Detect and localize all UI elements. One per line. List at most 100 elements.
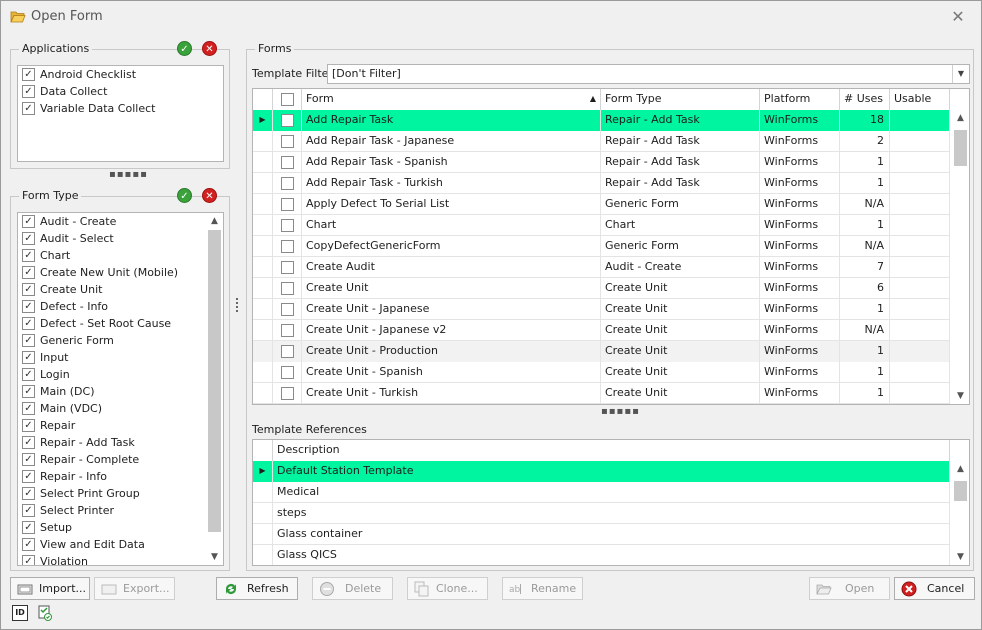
scroll-down-icon[interactable]: ▼ <box>952 549 969 565</box>
form-type-item[interactable]: ✓ Repair <box>18 417 223 434</box>
application-item[interactable]: ✓ Android Checklist <box>18 66 223 83</box>
table-row[interactable]: Add Repair Task - Japanese Repair - Add T… <box>253 131 950 152</box>
table-row[interactable]: Create Unit - Spanish Create Unit WinForms… <box>253 362 950 383</box>
table-row[interactable]: Medical <box>253 482 950 503</box>
checkbox[interactable] <box>281 156 294 169</box>
checkbox[interactable] <box>281 114 294 127</box>
column-header-usable[interactable]: Usable <box>890 89 950 110</box>
form-type-item[interactable]: ✓ Select Printer <box>18 502 223 519</box>
table-row[interactable]: Glass container <box>253 524 950 545</box>
close-button[interactable]: ✕ <box>949 7 967 26</box>
checkbox[interactable]: ✓ <box>22 538 35 551</box>
checkbox[interactable]: ✓ <box>22 215 35 228</box>
table-row[interactable]: CopyDefectGenericForm Generic Form WinForm… <box>253 236 950 257</box>
form-type-item[interactable]: ✓ Create New Unit (Mobile) <box>18 264 223 281</box>
table-row[interactable]: Add Repair Task - Turkish Repair - Add Ta… <box>253 173 950 194</box>
checkbox[interactable]: ✓ <box>22 249 35 262</box>
checkbox[interactable]: ✓ <box>22 266 35 279</box>
uncheck-all-icon[interactable]: ✕ <box>202 41 217 56</box>
form-type-item[interactable]: ✓ Main (DC) <box>18 383 223 400</box>
checkbox[interactable] <box>281 219 294 232</box>
splitter-horizontal-right[interactable]: ▪▪▪▪▪ <box>601 406 640 417</box>
checkbox[interactable] <box>281 261 294 274</box>
checkbox[interactable]: ✓ <box>22 317 35 330</box>
splitter-vertical[interactable] <box>236 298 239 314</box>
checkbox[interactable]: ✓ <box>22 521 35 534</box>
checkbox[interactable] <box>281 345 294 358</box>
table-row[interactable]: Add Repair Task - Spanish Repair - Add Ta… <box>253 152 950 173</box>
form-type-item[interactable]: ✓ Select Print Group <box>18 485 223 502</box>
form-type-item[interactable]: ✓ Main (VDC) <box>18 400 223 417</box>
checkbox[interactable]: ✓ <box>22 68 35 81</box>
checkbox[interactable]: ✓ <box>22 385 35 398</box>
checkbox[interactable]: ✓ <box>22 351 35 364</box>
forms-scrollbar[interactable]: ▲ ▼ <box>952 110 969 404</box>
form-type-item[interactable]: ✓ Repair - Complete <box>18 451 223 468</box>
rename-button[interactable]: ab Rename <box>502 577 583 600</box>
table-row[interactable]: Create Audit Audit - Create WinForms 7 <box>253 257 950 278</box>
table-row[interactable]: Apply Defect To Serial List Generic Form W… <box>253 194 950 215</box>
table-row[interactable]: Create Unit - Japanese Create Unit WinForm… <box>253 299 950 320</box>
refresh-button[interactable]: Refresh <box>216 577 298 600</box>
checkbox[interactable] <box>281 282 294 295</box>
table-row[interactable]: ▶ Add Repair Task Repair - Add Task WinForm… <box>253 110 950 131</box>
checkbox[interactable]: ✓ <box>22 102 35 115</box>
form-type-item[interactable]: ✓ View and Edit Data <box>18 536 223 553</box>
table-row[interactable]: ▶ Default Station Template <box>253 461 950 482</box>
check-all-icon[interactable]: ✓ <box>177 188 192 203</box>
checkbox[interactable] <box>281 303 294 316</box>
import-button[interactable]: Import... <box>10 577 90 600</box>
checkbox[interactable]: ✓ <box>22 436 35 449</box>
splitter-horizontal-left[interactable]: ▪▪▪▪▪ <box>109 169 148 180</box>
checkbox[interactable] <box>281 240 294 253</box>
checklist-icon[interactable] <box>37 605 53 621</box>
export-button[interactable]: Export... <box>94 577 175 600</box>
form-type-item[interactable]: ✓ Violation <box>18 553 223 565</box>
column-header-description[interactable]: Description <box>273 440 950 461</box>
application-item[interactable]: ✓ Data Collect <box>18 83 223 100</box>
delete-button[interactable]: Delete <box>312 577 393 600</box>
table-row[interactable]: Create Unit Create Unit WinForms 6 <box>253 278 950 299</box>
checkbox[interactable]: ✓ <box>22 283 35 296</box>
cancel-button[interactable]: Cancel <box>894 577 975 600</box>
checkbox[interactable]: ✓ <box>22 334 35 347</box>
form-type-item[interactable]: ✓ Setup <box>18 519 223 536</box>
scroll-thumb[interactable] <box>208 230 221 532</box>
checkbox[interactable] <box>281 366 294 379</box>
table-row[interactable]: Create Unit - Japanese v2 Create Unit WinF… <box>253 320 950 341</box>
uncheck-all-icon[interactable]: ✕ <box>202 188 217 203</box>
checkbox[interactable]: ✓ <box>22 85 35 98</box>
select-all-header[interactable] <box>273 89 302 110</box>
form-type-item[interactable]: ✓ Defect - Info <box>18 298 223 315</box>
checkbox[interactable]: ✓ <box>22 487 35 500</box>
table-row[interactable]: Glass QICS <box>253 545 950 565</box>
checkbox[interactable]: ✓ <box>22 555 35 565</box>
form-type-item[interactable]: ✓ Login <box>18 366 223 383</box>
form-type-item[interactable]: ✓ Create Unit <box>18 281 223 298</box>
checkbox[interactable] <box>281 177 294 190</box>
checkbox[interactable] <box>281 135 294 148</box>
table-row[interactable]: steps <box>253 503 950 524</box>
open-button[interactable]: Open <box>809 577 890 600</box>
checkbox[interactable]: ✓ <box>22 419 35 432</box>
table-row[interactable]: Chart Chart WinForms 1 <box>253 215 950 236</box>
scroll-down-icon[interactable]: ▼ <box>206 549 223 565</box>
checkbox[interactable] <box>281 93 294 106</box>
column-header-platform[interactable]: Platform <box>760 89 840 110</box>
scroll-down-icon[interactable]: ▼ <box>952 388 969 404</box>
form-type-item[interactable]: ✓ Audit - Select <box>18 230 223 247</box>
table-row[interactable]: Create Unit - Production Create Unit WinFo… <box>253 341 950 362</box>
clone-button[interactable]: Clone... <box>407 577 488 600</box>
check-all-icon[interactable]: ✓ <box>177 41 192 56</box>
id-icon[interactable]: ID <box>12 605 28 621</box>
form-type-item[interactable]: ✓ Audit - Create <box>18 213 223 230</box>
scroll-thumb[interactable] <box>954 481 967 501</box>
scroll-up-icon[interactable]: ▲ <box>952 461 969 477</box>
column-header-uses[interactable]: # Uses <box>840 89 890 110</box>
chevron-down-icon[interactable]: ▼ <box>952 65 969 83</box>
checkbox[interactable]: ✓ <box>22 232 35 245</box>
form-type-item[interactable]: ✓ Chart <box>18 247 223 264</box>
checkbox[interactable] <box>281 324 294 337</box>
checkbox[interactable]: ✓ <box>22 300 35 313</box>
form-type-item[interactable]: ✓ Repair - Info <box>18 468 223 485</box>
